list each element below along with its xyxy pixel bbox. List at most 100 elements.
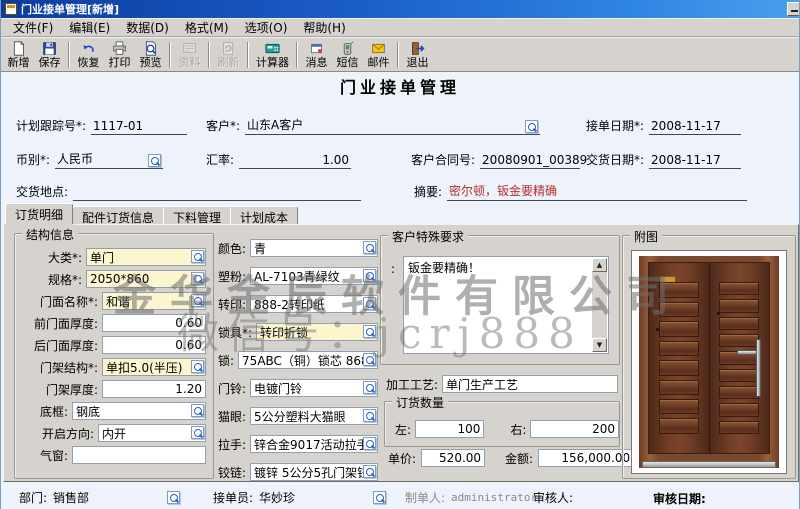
frame-struct-lookup-icon[interactable] — [191, 360, 204, 373]
door-frame — [639, 256, 779, 468]
menu-edit[interactable]: 编辑(E) — [61, 18, 118, 37]
menu-bar: 文件(F) 编辑(E) 数据(D) 格式(M) 选项(O) 帮助(H) — [1, 18, 799, 37]
category-input[interactable]: 单门 — [86, 248, 206, 266]
peephole-input[interactable]: 5公分塑料大猫眼 — [250, 407, 378, 425]
auditor-field: 审核人: — [533, 489, 587, 506]
dept-lookup-icon[interactable] — [167, 491, 180, 504]
category-lookup-icon[interactable] — [191, 250, 204, 263]
tab-parts-order[interactable]: 配件订货信息 — [72, 206, 164, 224]
order-date-input[interactable]: 2008-11-17 — [649, 119, 741, 135]
peephole-lookup-icon[interactable] — [363, 409, 376, 422]
tab-strip: 订货明细 配件订货信息 下料管理 计划成本 — [5, 204, 297, 224]
doorbell-input[interactable]: 电镀门铃 — [250, 379, 378, 397]
tab-order-detail[interactable]: 订货明细 — [5, 203, 73, 224]
dept-value[interactable]: 销售部 — [53, 489, 89, 506]
calculator-icon — [264, 41, 281, 56]
menu-format[interactable]: 格式(M) — [177, 18, 237, 37]
field-row-pull-handle: 拉手: 锌合金9017活动拉手乙 — [218, 435, 378, 453]
bottom-frame-input[interactable]: 钢底 — [72, 402, 206, 420]
track-no-input[interactable]: 1117-01 — [91, 119, 187, 135]
bottom-frame-lookup-icon[interactable] — [191, 404, 204, 417]
order-taker-lookup-icon[interactable] — [373, 491, 386, 504]
special-requirements-textarea[interactable]: 钣金要精确！ ▲ ▼ — [403, 256, 609, 354]
exit-button[interactable]: 退出 — [402, 39, 433, 71]
rate-input[interactable]: 1.00 — [239, 153, 351, 169]
spec-lookup-icon[interactable] — [191, 272, 204, 285]
undo-button[interactable]: 恢复 — [73, 39, 104, 71]
lock-input[interactable]: 75ABC（铜）锁芯 868普 — [238, 351, 378, 369]
contract-input[interactable]: 20080901_00389 — [480, 153, 580, 169]
pull-handle-lookup-icon[interactable] — [363, 437, 376, 450]
menu-data[interactable]: 数据(D) — [118, 18, 177, 37]
data-button[interactable]: 资料 — [174, 39, 205, 71]
front-thickness-input[interactable]: 0.60 — [102, 314, 206, 332]
message-button[interactable]: 消息 — [301, 39, 332, 71]
track-no-label: 计划跟踪号*: — [16, 117, 86, 135]
open-direction-input[interactable]: 内开 — [98, 424, 206, 442]
message-icon — [308, 41, 325, 56]
unit-price-input[interactable]: 520.00 — [421, 449, 485, 467]
tab-cutting[interactable]: 下料管理 — [163, 206, 231, 224]
qty-left-input[interactable]: 100 — [415, 420, 484, 438]
save-button[interactable]: 保存 — [34, 39, 65, 71]
dept-field: 部门: 销售部 — [19, 489, 180, 506]
delivery-date-input[interactable]: 2008-11-17 — [649, 153, 741, 169]
order-qty-group: 订货数量 左: 100 右: 200 — [384, 401, 620, 447]
pull-handle-input[interactable]: 锌合金9017活动拉手乙 — [250, 435, 378, 453]
toolbar-separator — [208, 42, 210, 68]
field-row-transfer: 转印: 888-2转印纸 — [218, 295, 378, 313]
phone-icon — [339, 41, 356, 56]
door-threshold — [642, 461, 776, 468]
summary-input[interactable]: 密尔顿，钣金要精确 — [447, 182, 747, 201]
track-no-field: 计划跟踪号*: 1117-01 — [16, 118, 187, 135]
scroll-down-icon[interactable]: ▼ — [592, 338, 607, 352]
currency-lookup-icon[interactable] — [148, 154, 161, 167]
new-button[interactable]: 新增 — [3, 39, 34, 71]
minimize-button[interactable] — [787, 2, 800, 16]
face-name-input[interactable]: 和谐 — [102, 292, 206, 310]
menu-help[interactable]: 帮助(H) — [295, 18, 353, 37]
menu-file[interactable]: 文件(F) — [5, 18, 61, 37]
customer-lookup-icon[interactable] — [525, 120, 538, 133]
print-button[interactable]: 打印 — [104, 39, 135, 71]
qty-right-input[interactable]: 200 — [530, 420, 619, 438]
face-name-lookup-icon[interactable] — [191, 294, 204, 307]
preview-button[interactable]: 预览 — [135, 39, 166, 71]
lockset-input[interactable]: 转印折锁 — [256, 323, 378, 341]
currency-input[interactable]: 人民币 — [55, 150, 163, 169]
calculator-button[interactable]: 计算器 — [252, 39, 293, 71]
data-card-icon — [181, 41, 198, 56]
lock-lookup-icon[interactable] — [363, 353, 376, 366]
transfer-input[interactable]: 888-2转印纸 — [250, 295, 378, 313]
transfer-lookup-icon[interactable] — [363, 297, 376, 310]
undo-icon — [80, 41, 97, 56]
toolbar-separator — [397, 42, 399, 68]
delivery-place-input[interactable] — [73, 199, 361, 201]
air-window-input[interactable] — [72, 446, 206, 464]
sms-button[interactable]: 短信 — [332, 39, 363, 71]
open-direction-lookup-icon[interactable] — [191, 426, 204, 439]
refresh-button[interactable]: 刷新 — [213, 39, 244, 71]
customer-input[interactable]: 山东A客户 — [245, 116, 540, 135]
amount-input[interactable]: 156,000.00 — [538, 449, 634, 467]
powder-lookup-icon[interactable] — [363, 269, 376, 282]
process-input[interactable]: 单门生产工艺 — [442, 375, 618, 393]
mail-button[interactable]: 邮件 — [363, 39, 394, 71]
doorbell-lookup-icon[interactable] — [363, 381, 376, 394]
menu-options[interactable]: 选项(O) — [237, 18, 296, 37]
color-lookup-icon[interactable] — [363, 241, 376, 254]
order-taker-value[interactable]: 华妙珍 — [259, 489, 295, 506]
frame-struct-input[interactable]: 单扣5.0(半压) — [102, 358, 206, 376]
lockset-lookup-icon[interactable] — [363, 325, 376, 338]
color-input[interactable]: 青 — [250, 239, 378, 257]
scroll-up-icon[interactable]: ▲ — [592, 258, 607, 272]
hinge-lookup-icon[interactable] — [363, 465, 376, 478]
memo-scrollbar[interactable]: ▲ ▼ — [592, 258, 607, 352]
field-row-bottom-frame: 底框: 钢底 — [19, 402, 206, 420]
back-thickness-input[interactable]: 0.60 — [102, 336, 206, 354]
spec-input[interactable]: 2050*860 — [86, 270, 206, 288]
tab-plan-cost[interactable]: 计划成本 — [230, 206, 298, 224]
powder-input[interactable]: AL-7103青绿纹 — [250, 267, 378, 285]
hinge-input[interactable]: 镀锌 5公分5孔门架铰 — [250, 463, 378, 481]
frame-thickness-input[interactable]: 1.20 — [102, 380, 206, 398]
